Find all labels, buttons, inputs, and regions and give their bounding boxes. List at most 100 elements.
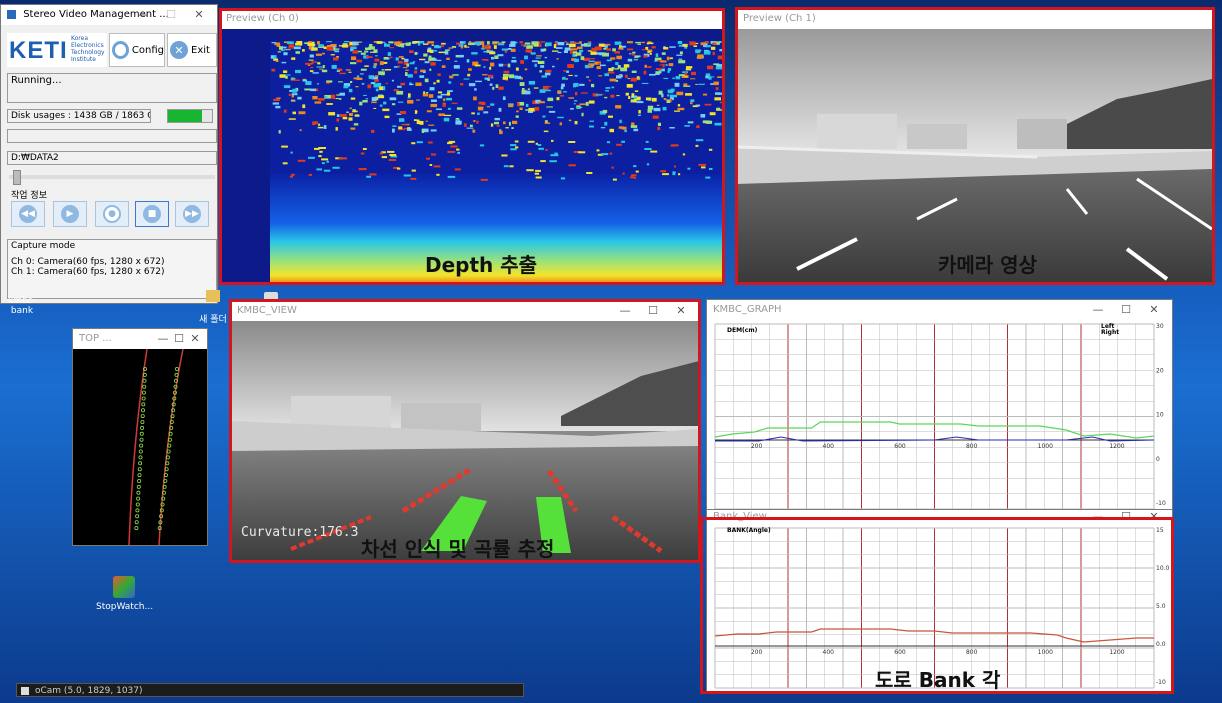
depth-pixel (407, 74, 413, 78)
depth-pixel (695, 139, 704, 142)
keti-logo: KETI Korea Electronics Technology Instit… (7, 33, 107, 67)
control-panel-titlebar[interactable]: Stereo Video Management ... — ☐ ✕ (1, 5, 217, 25)
depth-pixel (507, 63, 511, 68)
depth-pixel (647, 105, 654, 110)
minimize-icon[interactable]: — (129, 5, 157, 25)
depth-pixel (480, 178, 488, 181)
path-field[interactable]: D:₩DATA2 (7, 151, 217, 165)
depth-pixel (521, 88, 525, 92)
depth-pixel (605, 90, 609, 92)
depth-pixel (672, 173, 676, 176)
maximize-icon[interactable]: ☐ (157, 5, 185, 25)
close-icon[interactable]: ✕ (1140, 300, 1168, 320)
depth-pixel (484, 59, 489, 61)
depth-pixel (431, 99, 437, 102)
taskbar-ocam-item[interactable]: oCam (5.0, 1829, 1037) (16, 683, 524, 697)
depth-pixel (433, 165, 441, 168)
depth-pixel (712, 42, 717, 45)
maximize-icon[interactable]: ☐ (171, 329, 187, 349)
depth-pixel (564, 41, 567, 43)
depth-pixel (304, 88, 312, 91)
depth-pixel (336, 114, 340, 117)
depth-pixel (399, 43, 404, 46)
depth-pixel (398, 56, 404, 58)
depth-pixel (498, 63, 504, 67)
rewind-button[interactable]: ◀◀ (11, 201, 45, 227)
depth-pixel (667, 68, 672, 71)
stop-button[interactable]: ■ (135, 201, 169, 227)
exit-button[interactable]: ✕ Exit (167, 33, 217, 67)
depth-pixel (528, 81, 536, 85)
preview-ch0-titlebar[interactable]: Preview (Ch 0) (220, 9, 723, 29)
minimize-icon[interactable]: — (611, 301, 639, 321)
disk-usage-text: Disk usages : 1438 GB / 1863 GB (11, 111, 151, 121)
minimize-icon[interactable]: — (1084, 510, 1112, 524)
play-button[interactable]: ▶ (53, 201, 87, 227)
minimize-icon[interactable]: — (155, 329, 171, 349)
depth-pixel (438, 91, 443, 94)
depth-pixel (693, 45, 697, 47)
config-label: Config (131, 44, 164, 56)
seek-slider-thumb[interactable] (13, 170, 21, 185)
depth-pixel (444, 114, 452, 117)
depth-pixel (277, 51, 281, 53)
config-button[interactable]: Config (109, 33, 165, 67)
depth-pixel (463, 78, 470, 80)
depth-pixel (308, 41, 312, 43)
depth-pixel (589, 125, 594, 128)
depth-pixel (602, 109, 608, 114)
record-button[interactable]: ● (95, 201, 129, 227)
depth-pixel (508, 121, 511, 126)
depth-pixel (403, 174, 411, 177)
depth-pixel (520, 60, 524, 64)
kmbc-graph-titlebar[interactable]: KMBC_GRAPH — ☐ ✕ (707, 300, 1172, 320)
depth-pixel (317, 126, 324, 129)
bank-graph-titlebar[interactable]: Bank_View — ☐ ✕ (707, 510, 1172, 524)
depth-pixel (318, 44, 323, 48)
depth-pixel (660, 60, 667, 63)
depth-pixel (346, 111, 349, 113)
depth-pixel (607, 71, 615, 74)
depth-pixel (466, 59, 470, 63)
depth-pixel (339, 114, 347, 117)
desktop-icon-stopwatch[interactable]: StopWatch... (96, 576, 153, 612)
minimize-icon[interactable]: — (1084, 300, 1112, 320)
depth-pixel (514, 140, 519, 143)
depth-pixel (384, 115, 390, 119)
maximize-icon[interactable]: ☐ (1112, 300, 1140, 320)
depth-pixel (562, 76, 566, 80)
depth-pixel (342, 116, 348, 120)
depth-pixel (368, 46, 375, 50)
depth-pixel (588, 101, 591, 103)
seek-slider[interactable] (9, 170, 215, 185)
depth-pixel (501, 41, 506, 43)
close-icon[interactable]: ✕ (667, 301, 695, 321)
preview-ch1-titlebar[interactable]: Preview (Ch 1) (737, 9, 1212, 29)
desktop-icon-new-folder[interactable]: 새 폴더 (198, 290, 228, 325)
top-window-titlebar[interactable]: TOP ... — ☐ ✕ (73, 329, 207, 349)
depth-pixel (510, 148, 517, 151)
y-tick-label: 10 (1156, 412, 1164, 419)
depth-pixel (293, 79, 300, 81)
depth-pixel (419, 58, 426, 61)
depth-pixel (473, 120, 476, 122)
forward-button[interactable]: ▶▶ (175, 201, 209, 227)
depth-pixel (430, 129, 437, 132)
depth-pixel (616, 75, 622, 79)
depth-pixel (398, 101, 404, 103)
maximize-icon[interactable]: ☐ (1112, 510, 1140, 524)
depth-pixel (430, 103, 438, 108)
close-icon[interactable]: ✕ (1140, 510, 1168, 524)
depth-pixel (297, 159, 306, 162)
depth-pixel (309, 44, 316, 46)
depth-pixel (376, 82, 382, 87)
depth-pixel (292, 111, 296, 115)
depth-pixel (698, 83, 705, 85)
close-icon[interactable]: ✕ (187, 329, 203, 349)
depth-pixel (643, 55, 648, 58)
desktop-icon-kmbc-bank[interactable]: kmbc-bank (0, 296, 44, 316)
close-icon[interactable]: ✕ (185, 5, 213, 25)
kmbc-view-titlebar[interactable]: KMBC_VIEW — ☐ ✕ (231, 301, 699, 321)
depth-pixel (678, 58, 683, 60)
maximize-icon[interactable]: ☐ (639, 301, 667, 321)
